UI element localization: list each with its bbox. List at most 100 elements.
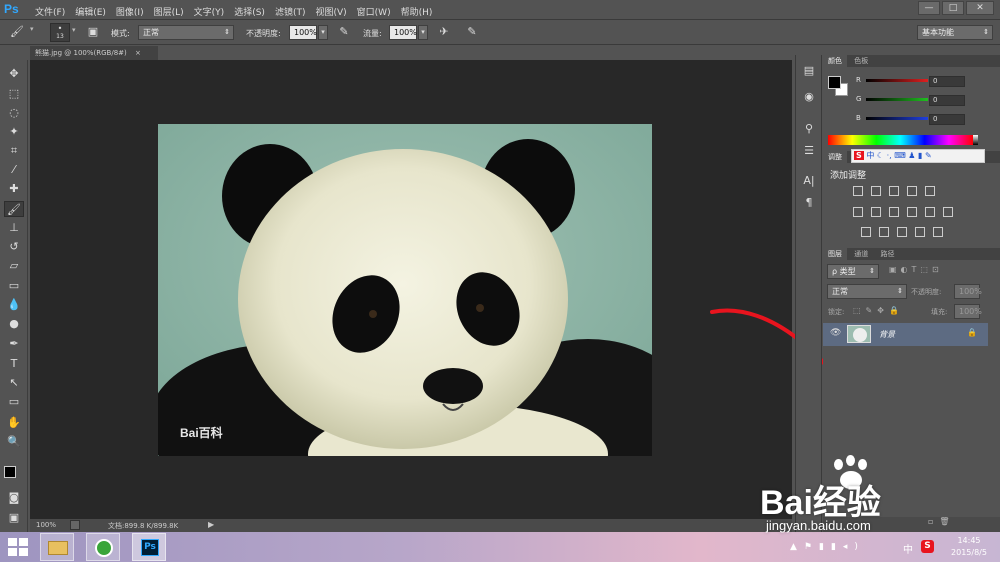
zoom-level[interactable]: 100% xyxy=(36,521,56,529)
selective-color-icon[interactable] xyxy=(933,227,943,237)
history-panel-icon[interactable]: ▤ xyxy=(799,63,819,79)
pressure-opacity-icon[interactable]: ✎ xyxy=(337,25,351,39)
tab-layers[interactable]: 图层 xyxy=(823,248,847,260)
eyedropper-tool-icon[interactable]: ⁄ xyxy=(4,162,24,178)
blur-tool-icon[interactable]: 💧 xyxy=(4,297,24,313)
opacity-input[interactable]: 100% xyxy=(289,25,317,40)
hue-saturation-icon[interactable] xyxy=(853,207,863,217)
tool-preset-arrow-icon[interactable]: ▾ xyxy=(30,25,34,33)
black-white-ramp[interactable] xyxy=(973,135,978,145)
menu-help[interactable]: 帮助(H) xyxy=(401,5,433,18)
tab-paths[interactable]: 路径 xyxy=(875,248,899,260)
tab-adjustments[interactable]: 调整 xyxy=(823,151,847,163)
lock-icons[interactable]: ⬚✎✥🔒 xyxy=(853,306,904,315)
quick-select-tool-icon[interactable]: ✦ xyxy=(4,124,24,140)
color-lookup-icon[interactable] xyxy=(943,207,953,217)
menu-view[interactable]: 视图(V) xyxy=(315,5,346,18)
clock[interactable]: 14:45 2015/8/5 xyxy=(944,535,994,559)
menu-file[interactable]: 文件(F) xyxy=(35,5,65,18)
brush-presets-icon[interactable]: ⚲ xyxy=(799,121,819,137)
brush-panel-icon[interactable]: ▣ xyxy=(86,25,100,39)
flow-arrow-icon[interactable]: ▾ xyxy=(418,25,428,40)
menu-select[interactable]: 选择(S) xyxy=(234,5,265,18)
screen-mode-icon[interactable]: ▣ xyxy=(4,510,24,526)
dodge-tool-icon[interactable]: ● xyxy=(4,316,24,332)
panda-photo[interactable]: Bai百科 xyxy=(158,124,652,456)
crop-tool-icon[interactable]: ⌗ xyxy=(4,143,24,159)
exposure-icon[interactable] xyxy=(907,186,917,196)
black-white-icon[interactable] xyxy=(889,207,899,217)
flow-input[interactable]: 100% xyxy=(389,25,417,40)
move-tool-icon[interactable]: ✥ xyxy=(4,66,24,82)
blue-slider[interactable]: B xyxy=(856,114,928,124)
foreground-color-swatch[interactable] xyxy=(4,466,16,478)
layer-name[interactable]: 背景 xyxy=(879,329,895,340)
actions-panel-icon[interactable]: ◉ xyxy=(799,89,819,105)
posterize-icon[interactable] xyxy=(879,227,889,237)
color-spectrum-bar[interactable] xyxy=(828,135,973,145)
document-tab[interactable]: 熊猫.jpg @ 100%(RGB/8#) × xyxy=(30,46,158,60)
system-tray-icons[interactable]: ▲⚑▮▮◂) xyxy=(790,542,865,552)
sogou-tray-icon[interactable]: S xyxy=(921,540,934,553)
color-balance-icon[interactable] xyxy=(871,207,881,217)
hand-tool-icon[interactable]: ✋ xyxy=(4,415,24,431)
blue-value[interactable]: 0 xyxy=(929,114,965,125)
close-tab-icon[interactable]: × xyxy=(135,49,141,57)
stamp-tool-icon[interactable]: ⊥ xyxy=(4,220,24,236)
red-value[interactable]: 0 xyxy=(929,76,965,87)
opacity-arrow-icon[interactable]: ▾ xyxy=(318,25,328,40)
new-layer-icon[interactable]: ▫ xyxy=(928,517,939,526)
browser-taskbar-button[interactable] xyxy=(86,533,120,561)
red-slider[interactable]: R xyxy=(856,76,928,86)
eye-icon[interactable]: 👁 xyxy=(830,328,841,338)
ime-indicator[interactable]: 中 xyxy=(903,541,913,556)
type-tool-icon[interactable]: T xyxy=(4,356,24,372)
foreground-color-swatch[interactable] xyxy=(828,76,841,89)
canvas-area[interactable]: Bai百科 xyxy=(30,60,889,530)
path-select-tool-icon[interactable]: ↖ xyxy=(4,375,24,391)
explorer-taskbar-button[interactable] xyxy=(40,533,74,561)
tab-channels[interactable]: 通道 xyxy=(849,248,873,260)
tab-swatches[interactable]: 色板 xyxy=(849,55,873,67)
green-value[interactable]: 0 xyxy=(929,95,965,106)
curves-icon[interactable] xyxy=(889,186,899,196)
tab-color[interactable]: 颜色 xyxy=(823,55,847,67)
zoom-tool-icon[interactable]: 🔍 xyxy=(4,434,24,450)
airbrush-icon[interactable]: ✈ xyxy=(437,25,451,39)
brush-tool-icon[interactable]: 🖌 xyxy=(10,25,24,39)
invert-icon[interactable] xyxy=(861,227,871,237)
photoshop-taskbar-button[interactable]: Ps xyxy=(132,533,166,561)
blend-mode-select[interactable]: 正常 ⇕ xyxy=(827,284,907,299)
brightness-icon[interactable] xyxy=(853,186,863,196)
threshold-icon[interactable] xyxy=(897,227,907,237)
menu-layer[interactable]: 图层(L) xyxy=(154,5,184,18)
paragraph-panel-icon[interactable]: ¶ xyxy=(799,195,819,211)
eraser-tool-icon[interactable]: ▱ xyxy=(4,258,24,274)
menu-edit[interactable]: 编辑(E) xyxy=(75,5,106,18)
pressure-size-icon[interactable]: ✎ xyxy=(465,25,479,39)
minimize-button[interactable]: — xyxy=(918,1,940,15)
brush-tool-icon[interactable]: 🖌 xyxy=(4,201,24,217)
pen-tool-icon[interactable]: ✒ xyxy=(4,336,24,352)
vibrance-icon[interactable] xyxy=(925,186,935,196)
red-gradient-track[interactable] xyxy=(866,79,928,82)
photo-filter-icon[interactable] xyxy=(907,207,917,217)
menu-window[interactable]: 窗口(W) xyxy=(357,5,391,18)
tool-presets-icon[interactable]: ☰ xyxy=(799,143,819,159)
ime-chinese-icon[interactable]: 中 xyxy=(866,151,874,160)
status-info-icon[interactable] xyxy=(70,520,80,530)
ime-toolbar[interactable]: S 中 ☾ ·, ⌨ ♟ ▮ ✎ xyxy=(851,149,985,163)
menu-type[interactable]: 文字(Y) xyxy=(194,5,225,18)
lasso-tool-icon[interactable]: ◌ xyxy=(4,105,24,121)
blue-gradient-track[interactable] xyxy=(866,117,928,120)
workspace-select[interactable]: 基本功能 ⇕ xyxy=(917,25,993,40)
menu-image[interactable]: 图像(I) xyxy=(116,5,144,18)
quick-mask-icon[interactable]: ◙ xyxy=(4,490,24,506)
delete-layer-icon[interactable]: 🗑 xyxy=(939,517,955,526)
layer-opacity-input[interactable]: 100% xyxy=(954,284,982,299)
green-slider[interactable]: G xyxy=(856,95,928,105)
status-menu-arrow-icon[interactable]: ▶ xyxy=(208,520,214,529)
fill-input[interactable]: 100% xyxy=(954,304,982,319)
brush-size-arrow-icon[interactable]: ▾ xyxy=(72,26,76,34)
layer-filter-icons[interactable]: ▣◐T⬚⊡ xyxy=(889,265,943,274)
